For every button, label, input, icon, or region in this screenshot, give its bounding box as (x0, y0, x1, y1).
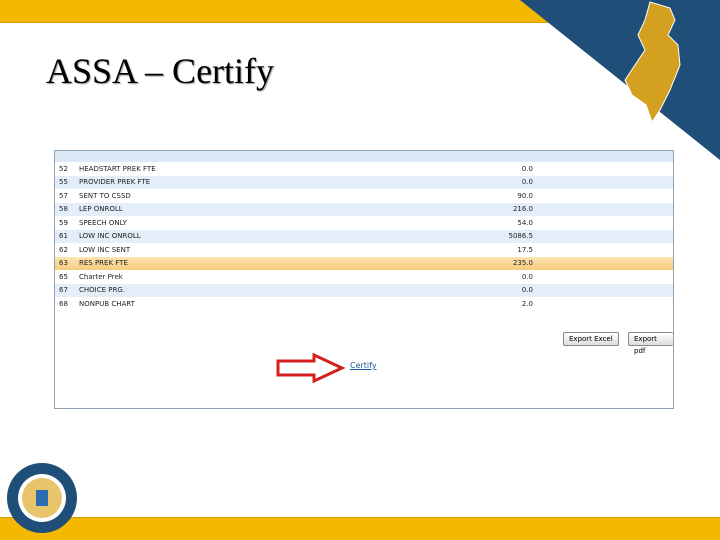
table-row[interactable]: 63 RES PREK FTE 235.0 (55, 256, 673, 270)
certify-link[interactable]: Certify (350, 361, 377, 370)
row-label: RES PREK FTE (79, 259, 128, 268)
row-label: PROVIDER PREK FTE (79, 178, 151, 187)
nj-department-of-education-seal (7, 463, 77, 533)
table-row[interactable]: 65 Charter Prek 0.0 (55, 270, 673, 284)
row-label: Charter Prek (79, 272, 123, 281)
row-number: 59 (59, 218, 68, 227)
table-header (55, 151, 673, 162)
table-row[interactable]: 55 PROVIDER PREK FTE 0.0 (55, 175, 673, 189)
export-excel-button[interactable]: Export Excel (563, 332, 619, 346)
row-value: 2.0 (521, 299, 533, 308)
row-value: 54.0 (517, 218, 533, 227)
row-number: 57 (59, 191, 68, 200)
row-number: 61 (59, 232, 68, 241)
data-table: 52 HEADSTART PREK FTE 0.0 55 PROVIDER PREK F… (55, 162, 673, 311)
table-row[interactable]: 61 LOW INC ONROLL 5086.5 (55, 229, 673, 243)
row-value: 5086.5 (508, 232, 534, 241)
red-arrow-icon (276, 353, 346, 383)
table-row[interactable]: 52 HEADSTART PREK FTE 0.0 (55, 162, 673, 176)
slide-title: ASSA – Certify (46, 51, 275, 91)
row-value: 17.5 (517, 245, 533, 254)
table-row[interactable]: 67 CHOICE PRG. 0.0 (55, 283, 673, 297)
row-number: 65 (59, 272, 68, 281)
row-number: 63 (59, 259, 68, 268)
row-label: LOW INC ONROLL (79, 232, 141, 241)
row-label: NONPUB CHART (79, 299, 135, 308)
table-row[interactable]: 57 SENT TO CSSD 90.0 (55, 189, 673, 203)
data-panel: 52 HEADSTART PREK FTE 0.0 55 PROVIDER PREK F… (54, 150, 674, 409)
row-label: LOW INC SENT (79, 245, 131, 254)
export-pdf-button[interactable]: Export pdf (628, 332, 673, 355)
row-label: LEP ONROLL (79, 205, 123, 214)
row-label: SPEECH ONLY (79, 218, 127, 227)
row-label: HEADSTART PREK FTE (79, 164, 156, 173)
row-value: 216.0 (512, 205, 533, 214)
row-number: 67 (59, 286, 68, 295)
row-value: 0.0 (521, 286, 533, 295)
row-number: 68 (59, 299, 68, 308)
table-row[interactable]: 68 NONPUB CHART 2.0 (55, 297, 673, 311)
table-row[interactable]: 62 LOW INC SENT 17.5 (55, 243, 673, 257)
nj-map-logo (520, 0, 720, 160)
row-number: 62 (59, 245, 68, 254)
row-label: SENT TO CSSD (79, 191, 131, 200)
table-row[interactable]: 58 LEP ONROLL 216.0 (55, 202, 673, 216)
row-number: 55 (59, 178, 68, 187)
row-value: 90.0 (517, 191, 533, 200)
row-value: 0.0 (521, 164, 533, 173)
row-label: CHOICE PRG. (79, 286, 125, 295)
row-number: 58 (59, 205, 68, 214)
bottom-band (0, 517, 720, 540)
row-value: 0.0 (521, 178, 533, 187)
table-row[interactable]: 59 SPEECH ONLY 54.0 (55, 216, 673, 230)
row-number: 52 (59, 164, 68, 173)
row-value: 0.0 (521, 272, 533, 281)
row-value: 235.0 (512, 259, 533, 268)
